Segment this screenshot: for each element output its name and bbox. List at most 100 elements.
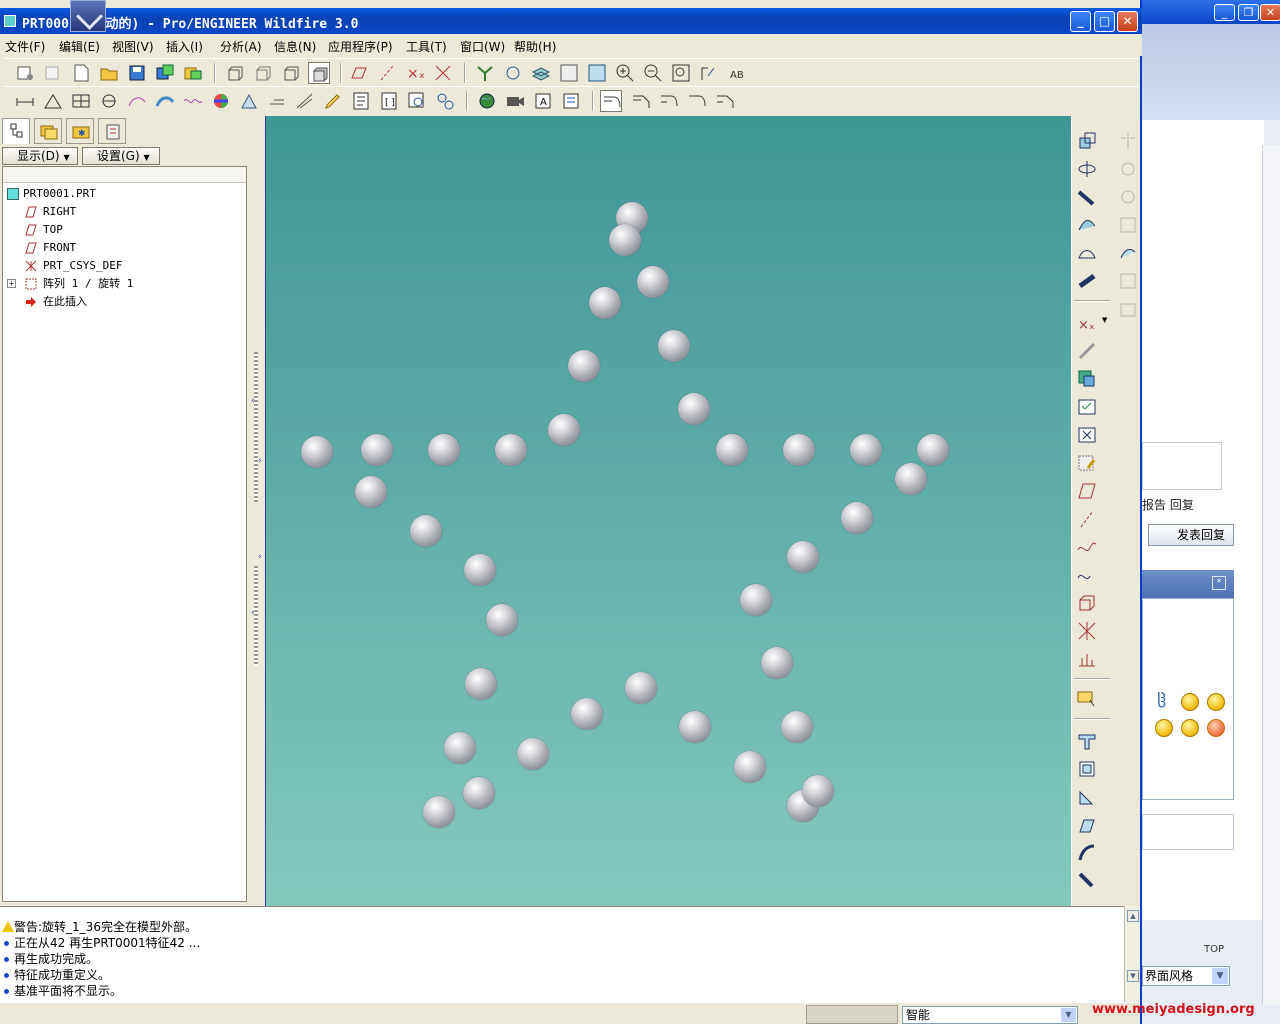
analysis-feature-icon[interactable] [1076, 648, 1098, 670]
color-analysis-icon[interactable] [210, 90, 232, 112]
zoom-out-icon[interactable] [642, 62, 664, 84]
expand-icon[interactable]: + [7, 279, 16, 288]
pattern-sphere[interactable] [548, 414, 580, 446]
feature-info-icon[interactable] [560, 90, 582, 112]
no-hidden-icon[interactable] [280, 62, 302, 84]
bg-close-button[interactable]: ✕ [1260, 4, 1280, 21]
repaint-icon[interactable] [224, 62, 246, 84]
measure-area-icon[interactable] [70, 90, 92, 112]
close-button[interactable]: ✕ [1117, 11, 1138, 32]
tab-connections[interactable] [98, 118, 126, 144]
menu-edit[interactable]: 编辑(E) [59, 38, 100, 55]
pattern-sphere[interactable] [301, 436, 333, 468]
message-scrollbar[interactable]: ▲ ▼ [1124, 906, 1140, 1002]
pattern-sphere[interactable] [850, 434, 882, 466]
open-folder-icon[interactable] [98, 62, 120, 84]
pattern-sphere[interactable] [637, 266, 669, 298]
menu-analysis[interactable]: 分析(A) [220, 38, 262, 55]
blend-icon[interactable] [1076, 214, 1098, 236]
variable-section-sweep-icon[interactable] [1076, 842, 1098, 864]
collapse-left-icon[interactable]: ‹ [251, 396, 255, 406]
spin-center-icon[interactable] [474, 62, 496, 84]
menu-help[interactable]: 帮助(H) [514, 38, 556, 55]
tab-model-tree[interactable] [2, 118, 30, 144]
chamfer-tool-icon[interactable] [1076, 814, 1098, 836]
pattern-sphere[interactable] [895, 463, 927, 495]
draft-icon[interactable] [1076, 758, 1098, 780]
selection-filter-select[interactable]: 智能 ▼ [902, 1006, 1078, 1024]
zoom-in-icon[interactable] [614, 62, 636, 84]
scroll-up-icon[interactable]: ▲ [1127, 910, 1139, 922]
bg-input-box[interactable] [1142, 814, 1234, 850]
new-window-icon[interactable] [14, 62, 36, 84]
menu-file[interactable]: 文件(F) [5, 38, 45, 55]
pattern-sphere[interactable] [658, 330, 690, 362]
datum-axes-toggle-icon[interactable] [376, 62, 398, 84]
pattern-sphere[interactable] [761, 647, 793, 679]
navigator-splitter[interactable]: ‹ › › ‹ [250, 116, 264, 906]
pattern-sphere[interactable] [465, 668, 497, 700]
collapse-icon[interactable]: * [1212, 576, 1226, 590]
expand-right-icon[interactable]: › [258, 456, 262, 466]
shading-icon[interactable] [308, 62, 330, 84]
minimize-button[interactable]: _ [1070, 11, 1091, 32]
annotation-display-icon[interactable]: AB [726, 62, 748, 84]
edge-chamfer-icon[interactable] [714, 90, 736, 112]
pattern-sphere[interactable] [463, 777, 495, 809]
sketched-curve-icon[interactable] [1076, 564, 1098, 586]
info-window-icon[interactable]: A [532, 90, 554, 112]
delete-feature-icon[interactable] [1076, 424, 1098, 446]
extrude-icon[interactable] [1076, 592, 1098, 614]
menu-tools[interactable]: 工具(T) [406, 38, 447, 55]
scroll-down-icon[interactable]: ▼ [1127, 970, 1139, 982]
pattern-sphere[interactable] [740, 584, 772, 616]
dihedral-icon[interactable] [294, 90, 316, 112]
shaded-curvature-icon[interactable] [154, 90, 176, 112]
pattern-sphere[interactable] [355, 476, 387, 508]
component-icon[interactable] [1076, 130, 1098, 152]
pattern-sphere[interactable] [716, 434, 748, 466]
menu-window[interactable]: 窗口(W) [460, 38, 505, 55]
pattern-sphere[interactable] [802, 775, 834, 807]
measure-angle-icon[interactable] [42, 90, 64, 112]
hidden-line-icon[interactable] [252, 62, 274, 84]
pattern-sphere[interactable] [609, 224, 641, 256]
round-edge-icon[interactable] [600, 90, 622, 112]
pattern-sphere[interactable] [571, 698, 603, 730]
datum-plane-tool-icon[interactable] [1076, 480, 1098, 502]
copy-feature-icon[interactable] [1076, 368, 1098, 390]
emoticon-swirl-icon[interactable]: ჱ [1157, 691, 1166, 712]
round-tool-icon[interactable] [1076, 786, 1098, 808]
model-player-icon[interactable] [434, 90, 456, 112]
save-icon[interactable] [126, 62, 148, 84]
emoticon-angry-icon[interactable] [1207, 719, 1225, 737]
pattern-sphere[interactable] [568, 350, 600, 382]
sweep-icon[interactable] [1076, 186, 1098, 208]
boundary-blend-icon[interactable] [1076, 242, 1098, 264]
web-browser-icon[interactable] [476, 90, 498, 112]
view-manager-icon[interactable] [558, 62, 580, 84]
revolve-icon[interactable] [1076, 158, 1098, 180]
pattern-sphere[interactable] [625, 672, 657, 704]
pattern-sphere[interactable] [783, 434, 815, 466]
datum-planes-toggle-icon[interactable] [348, 62, 370, 84]
emoticon-blush-icon[interactable] [1155, 719, 1173, 737]
print-icon[interactable] [182, 62, 204, 84]
tab-folder-browser[interactable] [34, 118, 62, 144]
window-close-icon[interactable] [42, 62, 64, 84]
new-file-icon[interactable] [70, 62, 92, 84]
group-icon[interactable] [1076, 396, 1098, 418]
emoticon-wink-icon[interactable] [1181, 719, 1199, 737]
pattern-sphere[interactable] [589, 287, 621, 319]
round-set-icon[interactable] [658, 90, 680, 112]
parameters-icon[interactable]: [ ] [378, 90, 400, 112]
bg-minimize-button[interactable]: _ [1214, 4, 1235, 21]
sketch-icon[interactable] [1076, 452, 1098, 474]
datum-point-tool-icon[interactable]: ×ₓ [1076, 312, 1098, 334]
tab-favorites[interactable]: ✱ [66, 118, 94, 144]
pattern-sphere[interactable] [787, 541, 819, 573]
csys-toggle-icon[interactable] [432, 62, 454, 84]
swept-blend-icon[interactable] [1076, 870, 1098, 892]
style-select[interactable]: 界面风格 ▼ [1142, 966, 1230, 986]
model-search-icon[interactable] [406, 90, 428, 112]
